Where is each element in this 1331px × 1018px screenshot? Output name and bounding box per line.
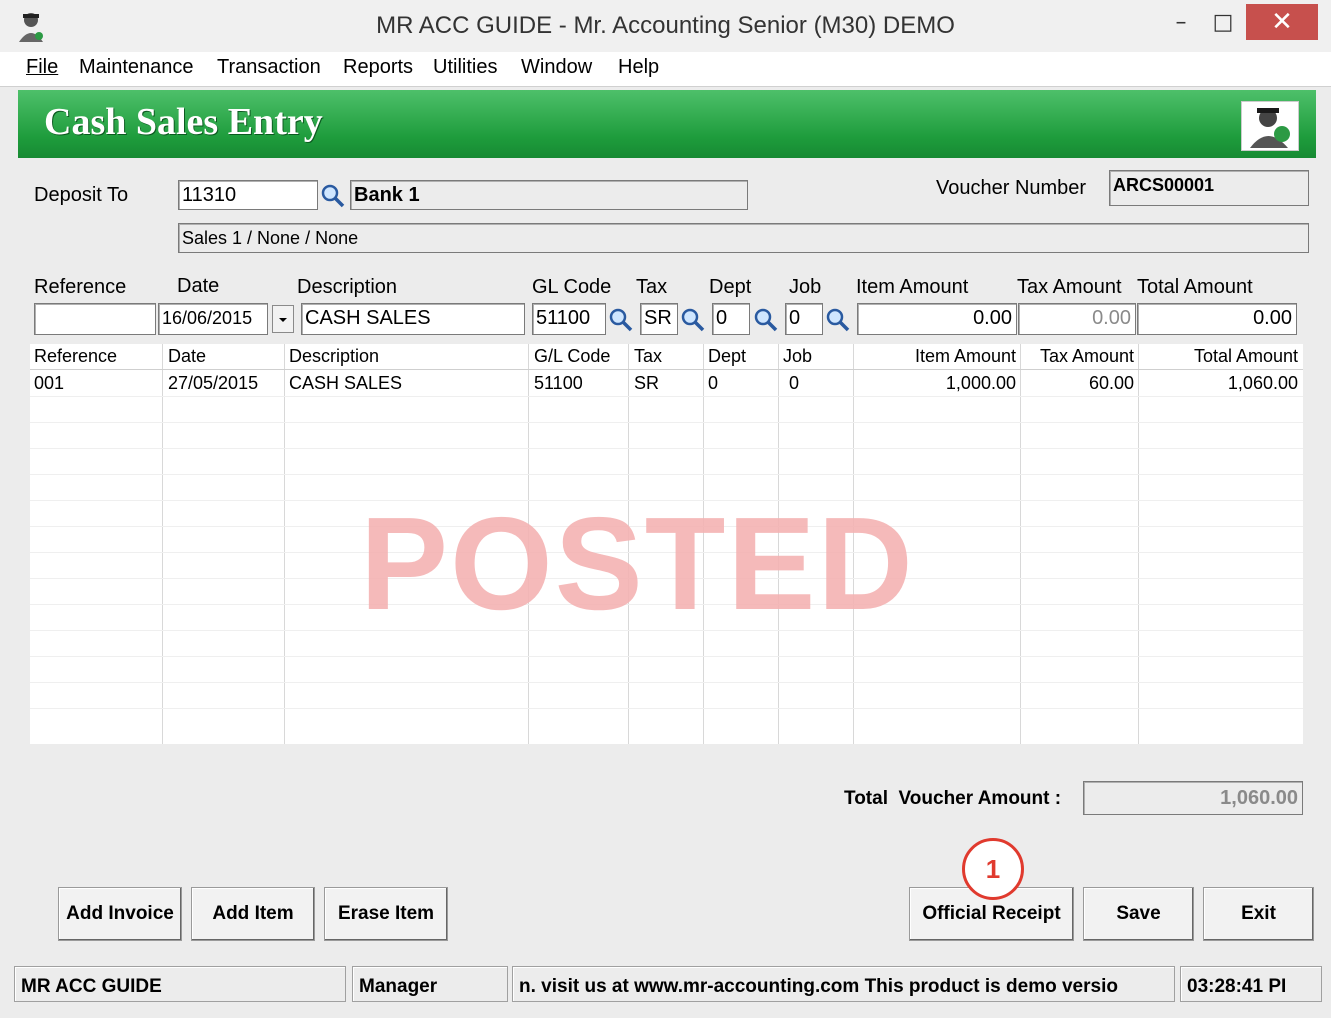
total-amount-label: Total Amount [1137,276,1253,298]
tax-input[interactable]: SR [640,303,678,335]
menu-maintenance[interactable]: Maintenance [79,56,194,79]
posted-watermark: POSTED [360,490,915,637]
description-input[interactable]: CASH SALES [301,303,525,335]
table-cell-dept[interactable]: 0 [708,373,718,394]
tax-amount-input: 0.00 [1018,303,1136,335]
voucher-number-label: Voucher Number [936,177,1087,199]
status-company: MR ACC GUIDE [14,966,346,1002]
tax-amount-label: Tax Amount [1017,276,1122,298]
status-message: n. visit us at www.mr-accounting.com Thi… [512,966,1175,1002]
column-header-description[interactable]: Description [289,346,379,367]
description-label: Description [297,276,398,298]
reference-label: Reference [34,276,127,298]
dept-input[interactable]: 0 [712,303,750,335]
menu-bar [0,52,1331,87]
column-header-tax-amount[interactable]: Tax Amount [1040,346,1134,367]
save-button[interactable]: Save [1083,887,1194,941]
search-icon[interactable] [678,305,706,333]
dept-label: Dept [709,276,752,298]
window-title: MR ACC GUIDE - Mr. Accounting Senior (M3… [376,12,955,39]
status-user: Manager [352,966,508,1002]
step-marker: 1 [962,838,1024,900]
item-amount-input[interactable]: 0.00 [857,303,1017,335]
add-item-button[interactable]: Add Item [191,887,315,941]
close-button[interactable]: ✕ [1246,4,1318,40]
menu-reports[interactable]: Reports [343,56,413,79]
menu-window[interactable]: Window [521,56,592,79]
search-icon[interactable] [751,305,779,333]
tax-label: Tax [636,276,668,298]
item-amount-label: Item Amount [856,276,969,298]
chevron-down-icon [279,318,287,322]
date-dropdown-button[interactable] [272,305,294,333]
column-header-gl-code[interactable]: G/L Code [534,346,610,367]
table-cell-gl-code[interactable]: 51100 [534,373,583,394]
table-cell-description[interactable]: CASH SALES [289,373,402,394]
menu-utilities[interactable]: Utilities [433,56,497,79]
column-header-tax[interactable]: Tax [634,346,662,367]
table-cell-job[interactable]: 0 [789,373,799,394]
job-label: Job [789,276,822,298]
table-cell-tax[interactable]: SR [634,373,659,394]
reference-input[interactable] [34,303,156,335]
column-header-date[interactable]: Date [168,346,206,367]
menu-transaction[interactable]: Transaction [217,56,321,79]
gl-code-label: GL Code [532,276,612,298]
form-title: Cash Sales Entry [44,101,323,143]
search-icon[interactable] [318,181,346,209]
total-voucher-amount-label: Total Voucher Amount : [844,788,1062,809]
exit-button[interactable]: Exit [1203,887,1314,941]
analysis-field: Sales 1 / None / None [178,223,1309,253]
date-label: Date [177,275,220,297]
total-voucher-amount-field: 1,060.00 [1083,781,1303,815]
date-input[interactable]: 16/06/2015 [158,303,268,335]
erase-item-button[interactable]: Erase Item [324,887,448,941]
table-cell-item-amount[interactable]: 1,000.00 [946,373,1016,394]
job-input[interactable]: 0 [785,303,823,335]
column-header-dept[interactable]: Dept [708,346,746,367]
banner-logo-icon [1241,101,1299,151]
column-header-item-amount[interactable]: Item Amount [915,346,1016,367]
maximize-button[interactable]: □ [1208,8,1238,38]
menu-help[interactable]: Help [618,56,659,79]
table-cell-total-amount[interactable]: 1,060.00 [1228,373,1298,394]
column-header-job[interactable]: Job [783,346,812,367]
status-time: 03:28:41 PI [1180,966,1322,1002]
table-cell-tax-amount[interactable]: 60.00 [1089,373,1134,394]
gl-code-input[interactable]: 51100 [532,303,606,335]
add-invoice-button[interactable]: Add Invoice [58,887,182,941]
voucher-number-field: ARCS00001 [1109,170,1309,206]
total-amount-input[interactable]: 0.00 [1137,303,1297,335]
deposit-to-label: Deposit To [34,184,129,206]
menu-file[interactable]: File [26,56,58,79]
deposit-to-code-input[interactable]: 11310 [178,180,318,210]
search-icon[interactable] [606,305,634,333]
table-cell-reference[interactable]: 001 [34,373,64,394]
minimize-button[interactable]: – [1166,8,1196,38]
deposit-to-name-field: Bank 1 [350,180,748,210]
column-header-total-amount[interactable]: Total Amount [1194,346,1298,367]
column-header-reference[interactable]: Reference [34,346,117,367]
search-icon[interactable] [823,305,851,333]
table-cell-date[interactable]: 27/05/2015 [168,373,258,394]
